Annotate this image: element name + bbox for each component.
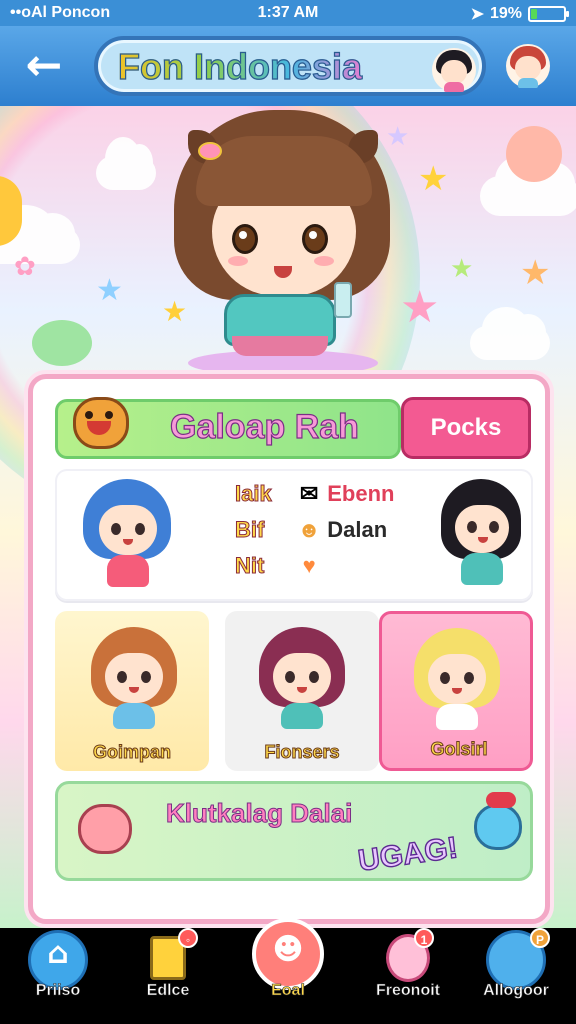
character-name: Golsirl: [430, 739, 488, 760]
status-right: ➤ 19%: [470, 4, 569, 24]
stat-row: Bif ☻ Dalan: [235, 517, 388, 543]
character-name: Goimpan: [92, 742, 171, 763]
battery-fill: [531, 9, 537, 19]
cloud-decoration: [96, 137, 156, 190]
stat-row: Nit ♥: [235, 553, 321, 579]
packs-button[interactable]: Pocks: [401, 397, 531, 459]
nav-center[interactable]: ☻ Eoal: [238, 918, 338, 1024]
promo-tag: UGAG!: [355, 831, 460, 879]
stats-card: Iaik ✉ Ebenn Bif ☻ Dalan Nit ♥: [55, 469, 533, 601]
heart-decoration: [32, 320, 92, 366]
game-scene: ★ ★ ★ ★ ★ ★ ✿ ★ Galoap Rah Pocks Iaik ✉ …: [0, 106, 576, 928]
title-bar: Fon Indonesia: [94, 36, 486, 96]
cloud-decoration: [470, 307, 550, 360]
star-icon: ✿: [14, 252, 36, 282]
star-icon: ★: [450, 254, 474, 284]
promo-title: Klutkalag Dalai: [165, 798, 353, 829]
star-icon: ★: [418, 159, 449, 199]
character-portrait: [406, 624, 506, 734]
cloud-decoration: [480, 154, 576, 216]
character-tile[interactable]: Fionsers: [225, 611, 379, 771]
app-title: Fon Indonesia: [117, 45, 363, 87]
pink-mascot-icon: [72, 798, 136, 868]
envelope-icon: ✉: [299, 481, 319, 506]
nav-chat[interactable]: P Allogoor: [466, 928, 566, 1024]
bottle-icon: [334, 282, 352, 318]
banner-title: Galoap Rah: [169, 407, 359, 446]
star-icon: ★: [96, 273, 123, 308]
character-portrait: [83, 623, 183, 733]
character-name: Fionsers: [264, 742, 340, 763]
nav-friends[interactable]: 1 Freonoit: [358, 928, 458, 1024]
app-header: ← Fon Indonesia: [0, 26, 576, 106]
heart-icon: ♥: [302, 553, 316, 578]
status-bar: ••oAl Poncon 1:37 AM ➤ 19%: [0, 0, 576, 26]
nav-edit[interactable]: ◦ Edlce: [118, 928, 218, 1024]
battery-icon: [528, 6, 569, 22]
star-icon: ★: [520, 253, 551, 293]
blue-mascot-icon: [470, 792, 526, 856]
profile-avatar[interactable]: [506, 44, 550, 88]
star-icon: ★: [400, 282, 440, 333]
character-panel: Galoap Rah Pocks Iaik ✉ Ebenn Bif ☻ Dala…: [28, 374, 550, 924]
smiley-icon: ☻: [297, 517, 321, 542]
black-hair-character[interactable]: [431, 475, 531, 595]
peach-decoration: [506, 126, 562, 182]
location-icon: ➤: [470, 6, 484, 23]
stat-row: Iaik ✉ Ebenn: [235, 481, 395, 507]
nav-home[interactable]: ⌂ Priiso: [8, 928, 108, 1024]
main-character[interactable]: [168, 106, 398, 376]
promo-banner[interactable]: Klutkalag Dalai UGAG!: [55, 781, 533, 881]
back-arrow-icon[interactable]: ←: [18, 40, 70, 92]
bottom-nav: ⌂ Priiso ◦ Edlce ☻ Eoal 1 Freonoit P All…: [0, 918, 576, 1024]
tiger-mascot-icon: [67, 389, 133, 461]
character-tile[interactable]: Goimpan: [55, 611, 209, 771]
character-tile[interactable]: Golsirl: [379, 611, 533, 771]
friend-avatar[interactable]: [432, 48, 476, 92]
battery-percent: 19%: [489, 5, 522, 22]
character-portrait: [251, 623, 351, 733]
blue-hair-character[interactable]: [77, 475, 177, 595]
